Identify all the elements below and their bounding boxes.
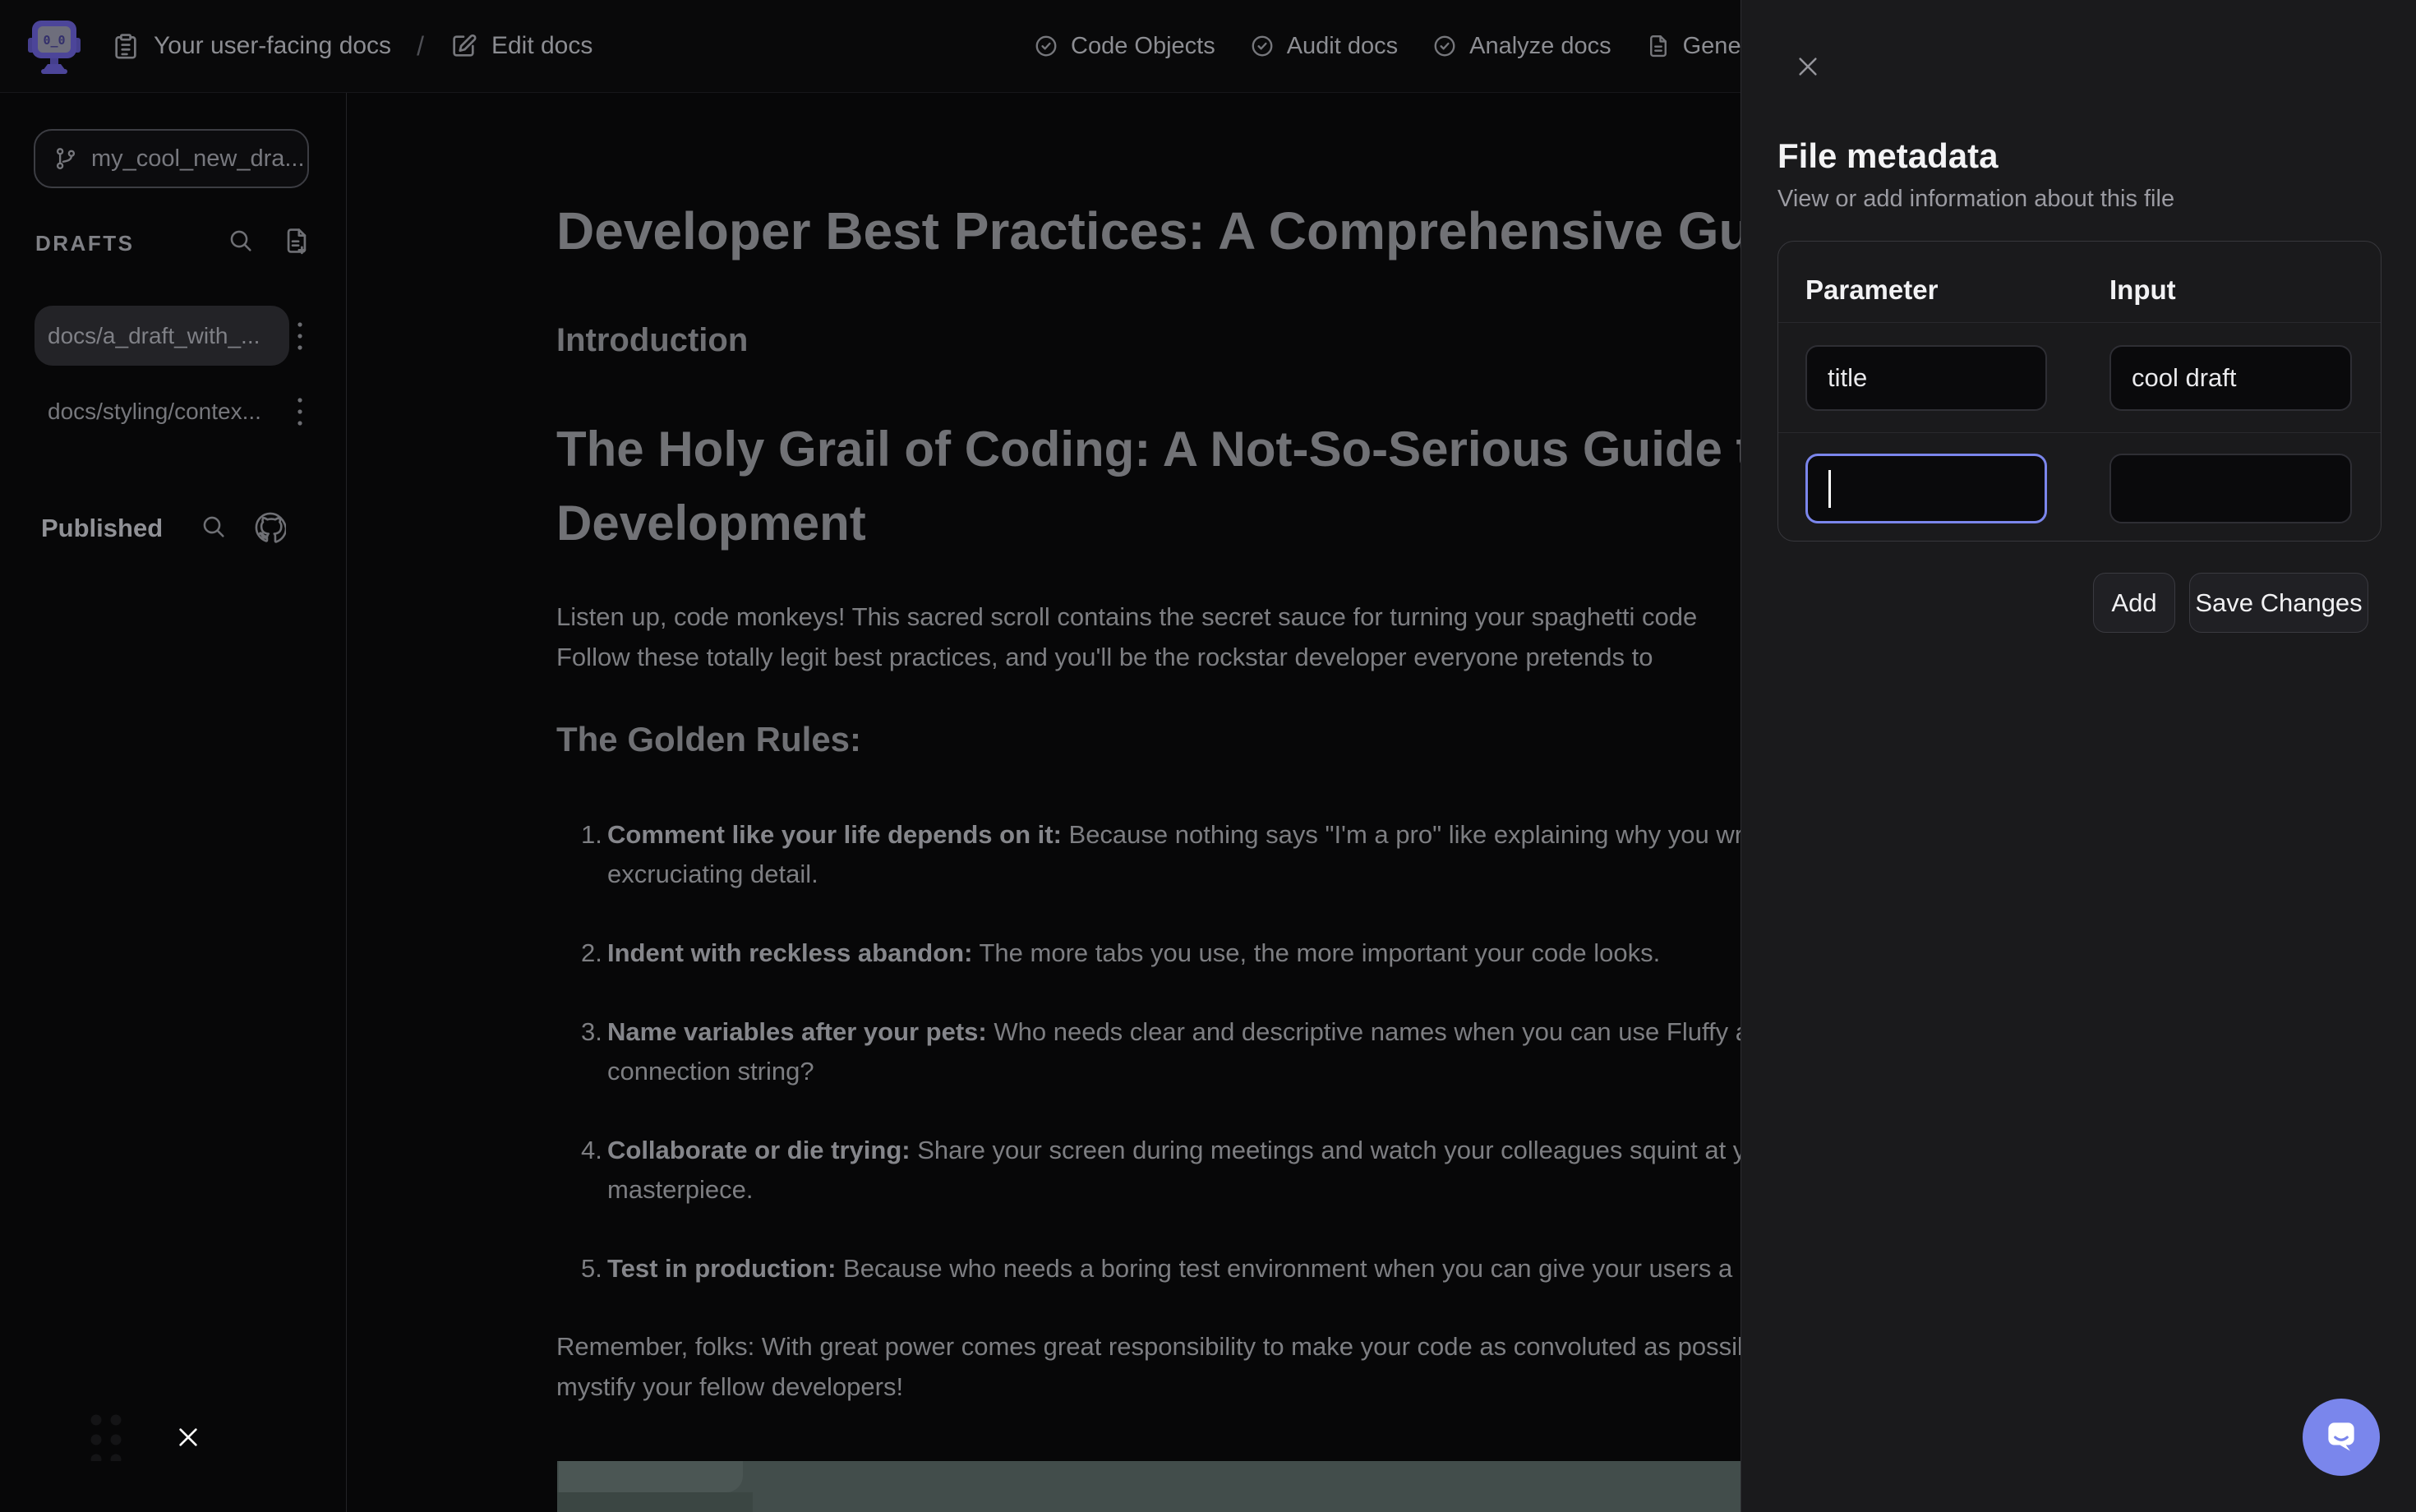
close-icon[interactable] [1796,54,1820,79]
search-icon[interactable] [228,228,254,258]
doc-paragraph: Listen up, code monkeys! This sacred scr… [556,597,1697,677]
value-input-row2[interactable] [2109,454,2352,523]
drawer-subtitle: View or add information about this file [1777,186,2174,213]
kebab-menu-icon[interactable] [293,394,307,430]
kebab-menu-icon[interactable] [293,318,307,354]
doc-heading-holy-grail: The Holy Grail of Coding: A Not-So-Serio… [556,413,1782,560]
list-item: 1.Comment like your life depends on it: … [581,815,1825,894]
sidebar: my_cool_new_dra... DRAFTS docs/a_draft_w… [0,93,347,1512]
list-item: 5.Test in production: Because who needs … [581,1249,1732,1288]
app-window: 0_0 Your user-facing docs / [0,0,2416,1512]
table-divider [1778,432,2381,433]
drawer-title: File metadata [1777,136,1998,176]
column-header-input: Input [2109,274,2176,306]
embedded-image-shadow [557,1492,753,1512]
value-input-row1[interactable]: cool draft [2109,345,2352,411]
nav-label: Audit docs [1287,33,1398,60]
doc-heading-introduction: Introduction [556,322,748,359]
add-button[interactable]: Add [2093,573,2175,633]
embedded-image [557,1461,1741,1512]
drag-handle-dots-icon[interactable] [85,1410,127,1465]
draft-item-label: docs/a_draft_with_... [48,323,260,349]
nav-label: Analyze docs [1469,33,1611,60]
breadcrumb-separator: / [417,31,424,62]
list-item: 3.Name variables after your pets: Who ne… [581,1012,1783,1091]
search-icon[interactable] [201,514,227,544]
column-header-parameter: Parameter [1805,274,1938,306]
chat-bubble-icon [2321,1415,2362,1460]
branch-selector[interactable]: my_cool_new_dra... [34,129,309,188]
metadata-table: Parameter Input title cool draft [1777,241,2381,542]
clipboard-icon [112,32,140,60]
nav-audit-docs[interactable]: Audit docs [1250,33,1398,60]
doc-heading-golden-rules: The Golden Rules: [556,720,861,759]
embedded-image-card [559,1461,743,1492]
edit-icon [450,32,477,60]
list-item: 4.Collaborate or die trying: Share your … [581,1131,1782,1210]
doc-paragraph: Remember, folks: With great power comes … [556,1326,1800,1407]
check-circle-icon [1034,34,1058,58]
file-metadata-drawer: File metadata View or add information ab… [1741,0,2416,1512]
chat-launcher-button[interactable] [2303,1399,2380,1476]
navbar-actions: Code Objects Audit docs Analyze docs [1034,0,1839,92]
text-caret [1828,470,1831,508]
check-circle-icon [1250,34,1275,58]
widget-close-icon[interactable] [177,1426,200,1453]
svg-text:0_0: 0_0 [43,33,65,48]
nav-label: Code Objects [1071,33,1215,60]
file-plus-icon[interactable] [283,227,311,259]
breadcrumb: Your user-facing docs / Edit docs [112,0,592,92]
parameter-input-row2-focused[interactable] [1805,454,2047,523]
check-circle-icon [1432,34,1457,58]
github-icon[interactable] [255,512,286,547]
nav-analyze-docs[interactable]: Analyze docs [1432,33,1611,60]
published-header: Published [41,514,163,543]
draft-item-label: docs/styling/contex... [48,399,261,424]
drafts-header: DRAFTS [35,231,134,256]
table-divider [1778,322,2381,323]
file-icon [1646,34,1671,58]
list-item: 2.Indent with reckless abandon: The more… [581,933,1660,973]
git-branch-icon [53,146,78,171]
breadcrumb-docs[interactable]: Your user-facing docs [154,32,391,60]
robot-logo-icon[interactable]: 0_0 [28,16,81,76]
sidebar-item-draft-selected[interactable]: docs/a_draft_with_... [35,306,289,366]
doc-title: Developer Best Practices: A Comprehensiv… [556,201,1827,261]
breadcrumb-edit[interactable]: Edit docs [491,32,592,60]
nav-code-objects[interactable]: Code Objects [1034,33,1215,60]
branch-name: my_cool_new_dra... [91,145,305,173]
parameter-input-row1[interactable]: title [1805,345,2047,411]
sidebar-item-draft[interactable]: docs/styling/contex... [48,399,261,425]
save-changes-button[interactable]: Save Changes [2189,573,2368,633]
